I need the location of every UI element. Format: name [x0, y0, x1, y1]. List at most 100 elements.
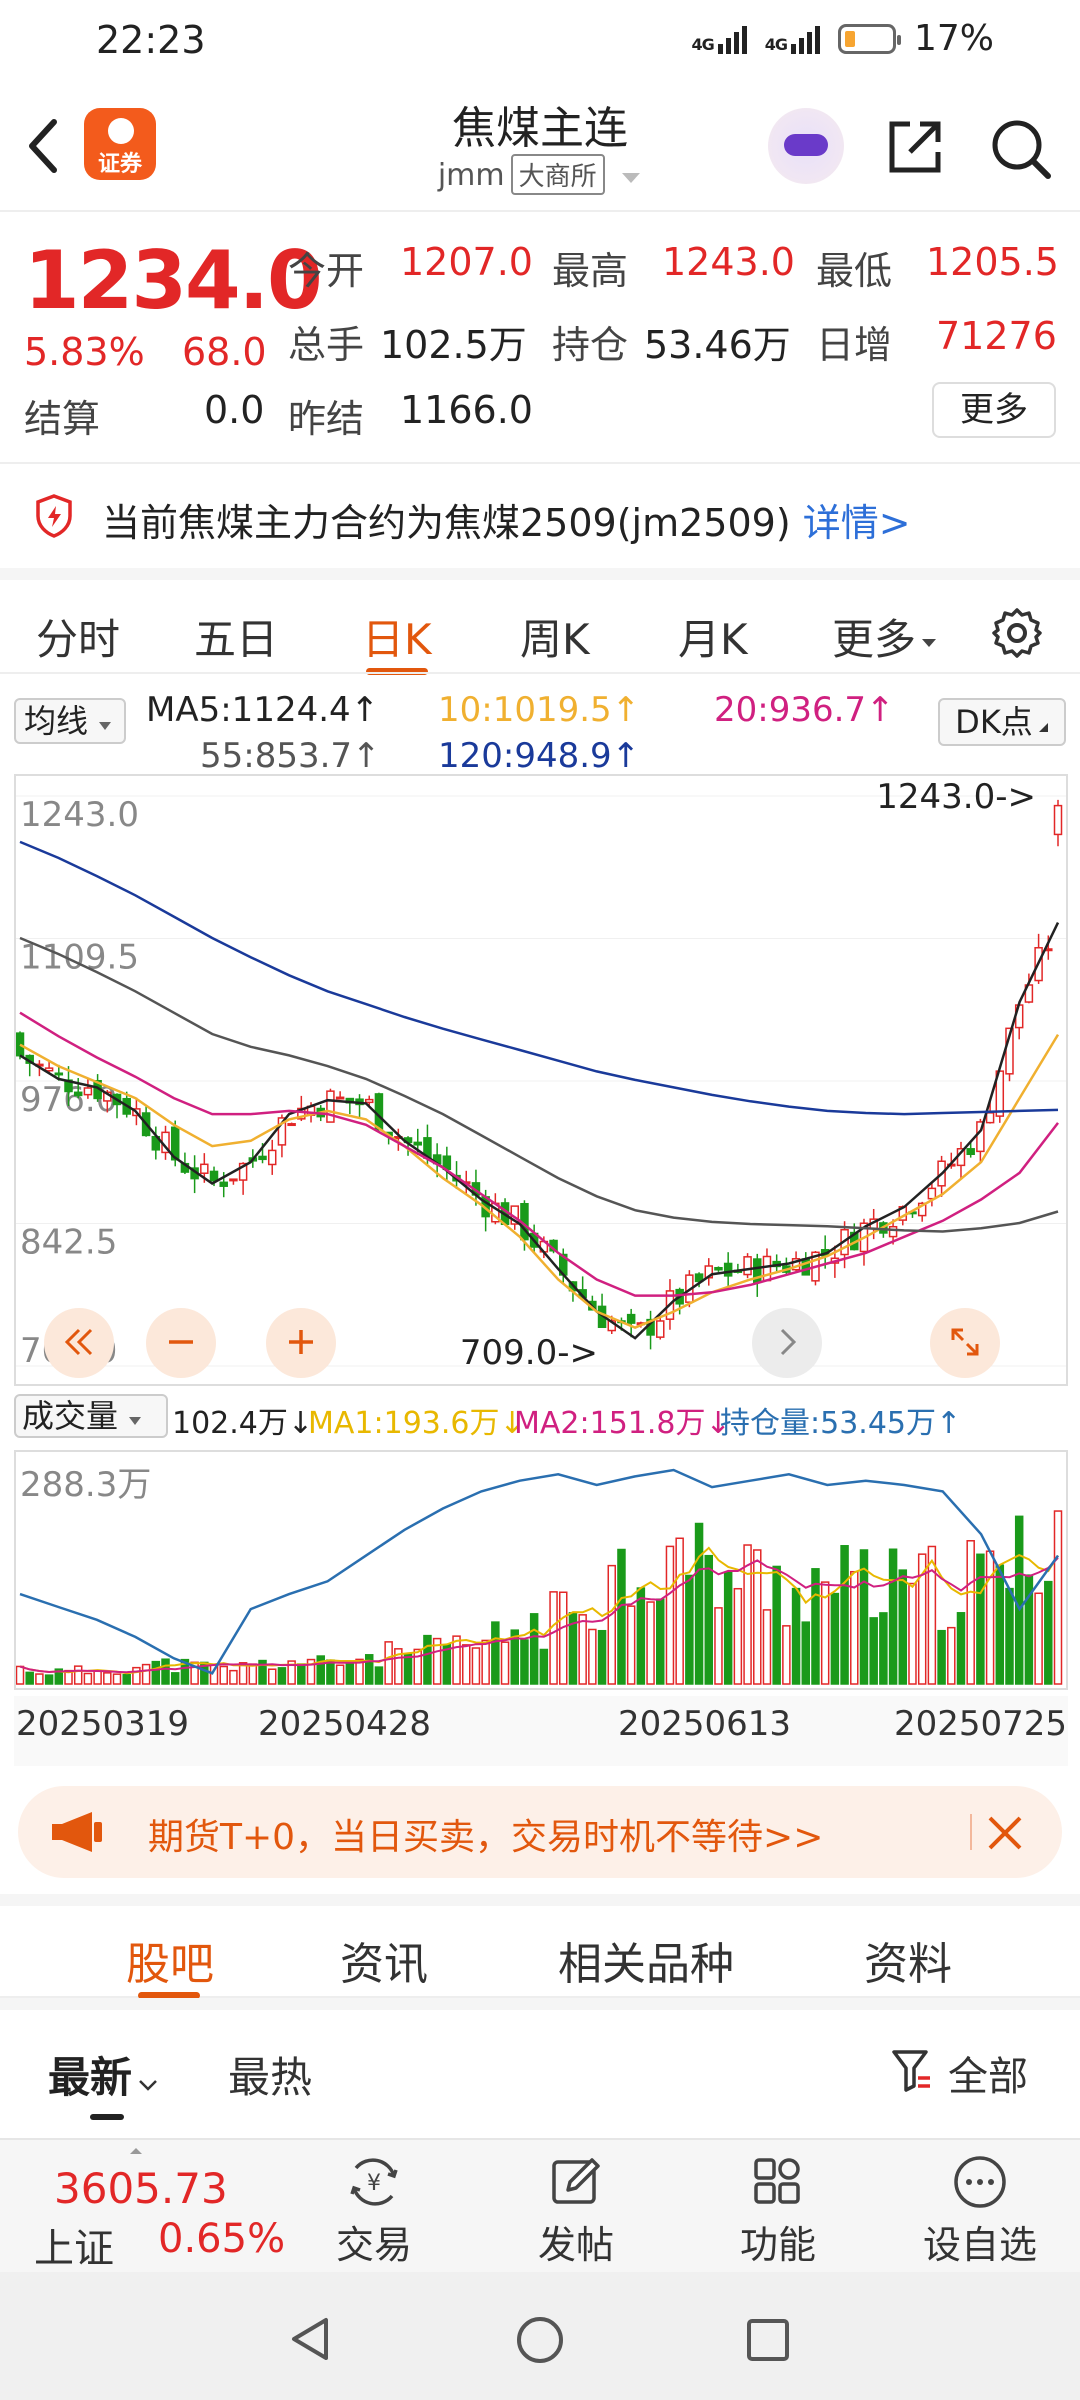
- share-icon[interactable]: [884, 116, 946, 178]
- tab-news[interactable]: 资讯: [340, 1928, 428, 1992]
- volume-ma2: MA2:151.8万↓: [514, 1406, 731, 1441]
- index-value[interactable]: 3605.73: [54, 2164, 228, 2213]
- double-chevron-left-icon: [64, 1328, 93, 1356]
- tab-monthly-k[interactable]: 月K: [678, 606, 748, 667]
- volume-bar: [374, 1666, 384, 1685]
- indicator-selector-label: 均线: [24, 702, 89, 740]
- volume-bar: [364, 1654, 374, 1685]
- volume-bar: [151, 1660, 161, 1685]
- zoom-out-button[interactable]: [146, 1308, 216, 1378]
- kline-chart[interactable]: 1243.01109.5976.0842.5709.01243.0->709.0…: [14, 774, 1068, 1386]
- volume-bar: [277, 1667, 287, 1685]
- volume-bar: [1034, 1592, 1043, 1685]
- volume-bar: [559, 1591, 568, 1685]
- post-label: 发帖: [537, 2223, 614, 2267]
- zoom-in-button[interactable]: [266, 1308, 336, 1378]
- search-icon[interactable]: [988, 116, 1054, 182]
- scroll-left-button[interactable]: [44, 1308, 114, 1378]
- tab-weekly-k[interactable]: 周K: [520, 606, 590, 667]
- status-bar: 22:23 4G 4G 17%: [0, 0, 1080, 80]
- tab-forum[interactable]: 股吧: [126, 1928, 214, 1992]
- low-label: 最低: [816, 249, 893, 293]
- gear-icon[interactable]: [990, 606, 1044, 660]
- volume-bar: [646, 1601, 655, 1685]
- candle-body: [714, 1266, 723, 1271]
- main-contract-notice[interactable]: 当前焦煤主力合约为焦煤2509(jm2509) 详情>: [0, 464, 1080, 568]
- close-icon[interactable]: [986, 1798, 1024, 1865]
- volume-bar: [132, 1666, 141, 1685]
- tab-profile[interactable]: 资料: [864, 1928, 952, 1992]
- nav-back-icon[interactable]: [286, 2314, 336, 2364]
- tab-more[interactable]: 更多: [832, 606, 938, 667]
- tab-five-day[interactable]: 五日: [194, 606, 278, 667]
- indicator-selector[interactable]: 均线: [14, 698, 126, 744]
- volume-bar: [520, 1639, 529, 1685]
- volume-bar: [93, 1670, 102, 1685]
- ma-line-ma120: [19, 840, 1059, 1116]
- assistant-avatar-button[interactable]: [768, 108, 844, 184]
- open-value: 1207.0: [400, 240, 533, 284]
- daily-increase-label: 日增: [816, 323, 893, 367]
- volume-bar: [937, 1629, 946, 1685]
- candle-body: [209, 1170, 219, 1182]
- functions-button[interactable]: 功能: [718, 2148, 838, 2269]
- volume-bar: [656, 1598, 665, 1685]
- candle-body: [364, 1098, 374, 1104]
- promo-banner[interactable]: 期货T+0，当日买卖，交易时机不等待>>: [18, 1786, 1062, 1878]
- date-axis: 20250319 20250428 20250613 20250725: [14, 1696, 1068, 1766]
- filter-all-button[interactable]: 全部: [948, 2044, 1028, 2102]
- more-dots-icon: [954, 2156, 1006, 2208]
- add-watchlist-button[interactable]: 设自选: [920, 2148, 1040, 2269]
- candle-body: [966, 1148, 975, 1156]
- date-label: 20250428: [258, 1704, 432, 1744]
- volume-bar: [83, 1672, 93, 1685]
- more-quote-button[interactable]: 更多: [932, 382, 1056, 438]
- index-name[interactable]: 上证: [34, 2216, 114, 2274]
- volume-chart[interactable]: 288.3万: [14, 1450, 1068, 1690]
- period-tabs: 分时 五日 日K 周K 月K 更多: [0, 568, 1080, 675]
- candle-body: [258, 1155, 267, 1161]
- volume-indicator-selector[interactable]: 成交量: [14, 1394, 168, 1438]
- volume-bar: [704, 1554, 714, 1685]
- dk-point-button[interactable]: DK点: [938, 698, 1066, 746]
- sort-hot-button[interactable]: 最热: [228, 2044, 312, 2105]
- volume-bar: [753, 1549, 762, 1685]
- ma-line-ma55: [19, 936, 1059, 1233]
- volume-bar: [471, 1647, 481, 1685]
- fullscreen-button[interactable]: [930, 1308, 1000, 1378]
- volume-bar: [772, 1565, 781, 1685]
- post-button[interactable]: 发帖: [516, 2148, 636, 2269]
- candle-body: [200, 1163, 209, 1174]
- settle-value: 0.0: [204, 388, 265, 432]
- battery-icon: [837, 23, 901, 54]
- date-label: 20250319: [16, 1704, 190, 1744]
- volume-bar: [723, 1571, 733, 1685]
- notice-detail-link[interactable]: 详情>: [803, 501, 911, 545]
- candle-body: [927, 1187, 937, 1200]
- volume-bar: [617, 1548, 626, 1685]
- volume-bar: [811, 1568, 820, 1685]
- volume-bar: [995, 1564, 1005, 1685]
- tab-intraday[interactable]: 分时: [36, 606, 120, 667]
- edit-icon: [552, 2158, 600, 2204]
- volume-bar: [985, 1550, 995, 1685]
- scroll-right-button[interactable]: [752, 1308, 822, 1378]
- tab-daily-k[interactable]: 日K: [362, 606, 432, 667]
- volume-bar: [869, 1617, 878, 1685]
- tab-related[interactable]: 相关品种: [558, 1928, 734, 1992]
- sort-bar: 最新 最热 全部: [0, 1998, 1080, 2138]
- volume-bar: [248, 1663, 258, 1685]
- volume-bar: [1005, 1587, 1014, 1685]
- ma5-value: MA5:1124.4↑: [146, 690, 380, 730]
- volume-bar: [335, 1664, 345, 1685]
- nav-home-icon[interactable]: [514, 2314, 566, 2366]
- ma10-value: 10:1019.5↑: [438, 690, 641, 730]
- volume-bar: [578, 1614, 587, 1685]
- index-change-percent[interactable]: 0.65%: [158, 2216, 285, 2262]
- volume-bar: [626, 1605, 636, 1685]
- filter-icon[interactable]: [890, 2046, 934, 2094]
- system-navigation-bar: [0, 2272, 1080, 2400]
- nav-recents-icon[interactable]: [744, 2316, 792, 2364]
- sort-latest-button[interactable]: 最新: [48, 2044, 158, 2105]
- trade-button[interactable]: ¥ 交易: [314, 2148, 434, 2269]
